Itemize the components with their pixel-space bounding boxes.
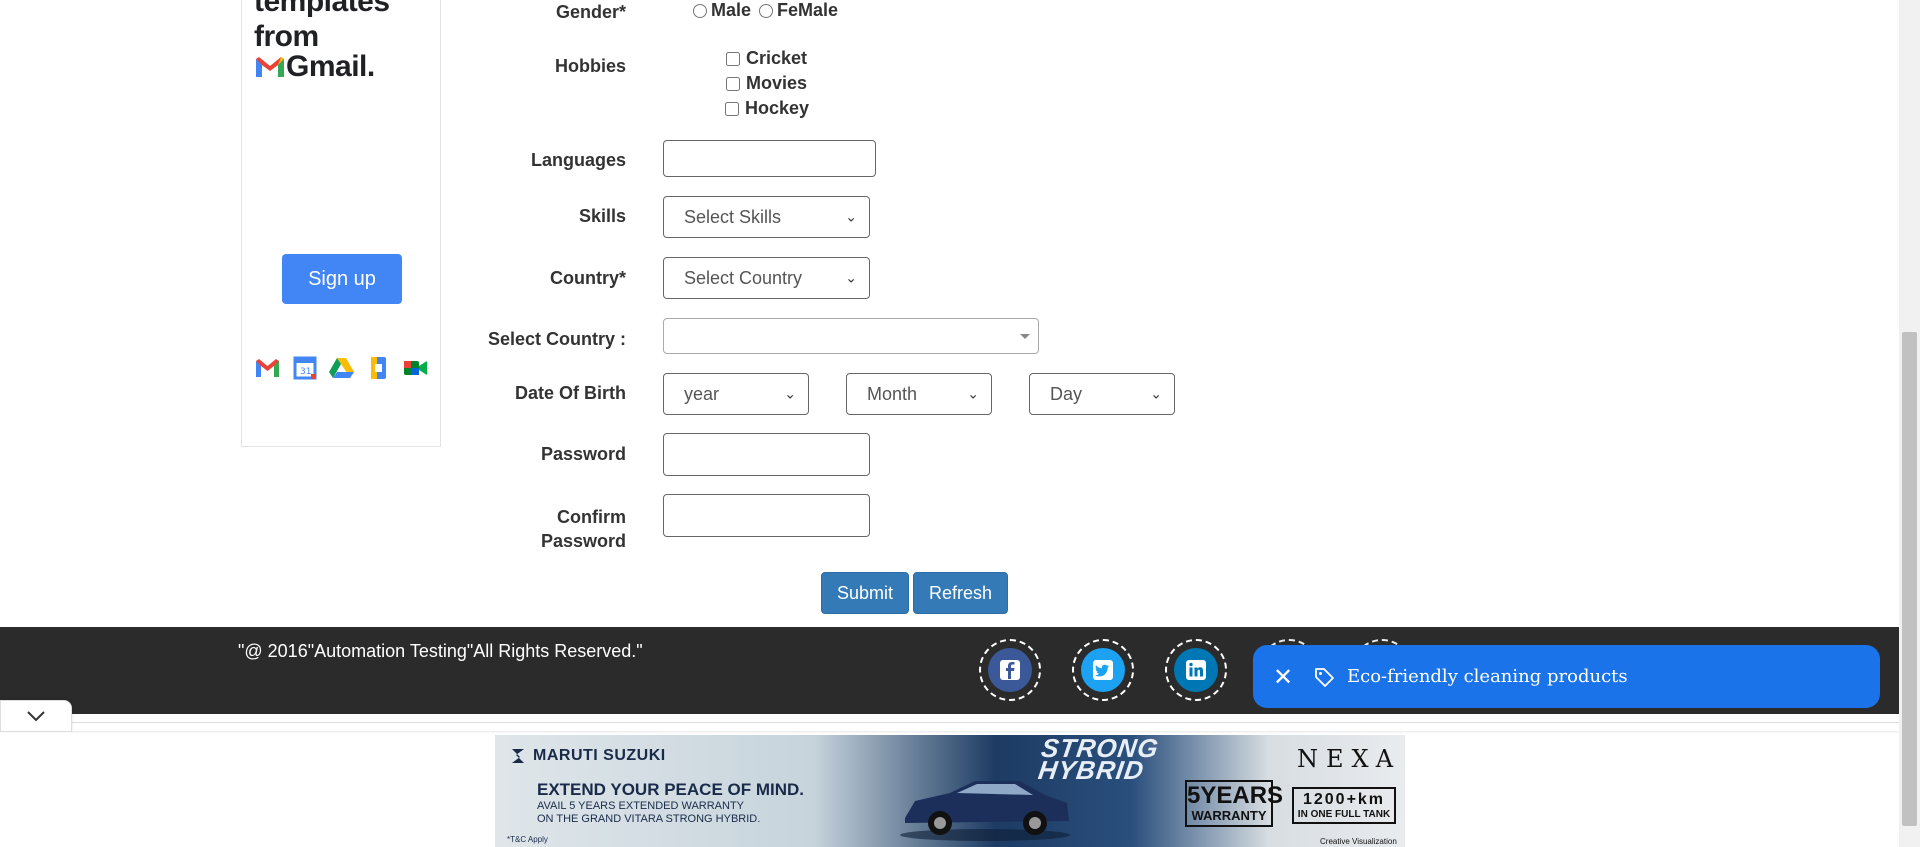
hobby-cricket-label: Cricket [746, 48, 808, 68]
country-label: Country* [550, 268, 626, 288]
chevron-down-icon: ⌄ [1150, 385, 1162, 402]
gender-female-radio[interactable] [759, 3, 774, 18]
gender-male-radio[interactable] [693, 3, 707, 18]
ad-headline-line2: from [254, 20, 319, 53]
skills-select[interactable]: Select Skills ⌄ [663, 196, 870, 238]
hobby-hockey: Hockey [725, 98, 809, 119]
gmail-icon [254, 356, 281, 380]
twitter-link[interactable] [1072, 639, 1134, 701]
maruti-brand-text: MARUTI SUZUKI [533, 747, 666, 764]
creative-visualization-note: Creative Visualization [1320, 837, 1397, 846]
chevron-down-icon: ⌄ [784, 385, 796, 402]
linkedin-icon [1174, 648, 1218, 692]
gmail-brand-text: Gmail. [286, 50, 375, 83]
hobby-cricket: Cricket [726, 48, 807, 69]
gender-label: Gender* [555, 2, 626, 22]
password-input[interactable] [663, 433, 870, 476]
gmail-logo-icon [256, 57, 284, 77]
chevron-down-icon [27, 711, 45, 722]
svg-text:31: 31 [300, 367, 311, 377]
chevron-down-icon: ⌄ [967, 385, 979, 402]
languages-input[interactable] [663, 140, 876, 177]
scrollbar-thumb[interactable] [1902, 332, 1917, 826]
warranty-badge: 5YEARS WARRANTY [1185, 780, 1284, 827]
ad-headline-line1: templates [254, 0, 390, 18]
warranty-years: 5YEARS [1187, 782, 1284, 809]
languages-label: Languages [530, 150, 626, 170]
hobby-hockey-checkbox[interactable] [725, 101, 739, 116]
close-icon[interactable]: ✕ [1253, 663, 1313, 691]
dob-day-value: Day [1050, 383, 1083, 404]
skills-selected-value: Select Skills [684, 206, 782, 227]
nexa-logo: NEXA [1297, 745, 1402, 773]
dob-day-select[interactable]: Day ⌄ [1029, 373, 1175, 415]
gmail-ad[interactable]: templates from Gmail. Sign up 31 [241, 0, 441, 447]
caret-down-icon [1020, 334, 1030, 339]
linkedin-link[interactable] [1165, 639, 1227, 701]
banner-line3: ON THE GRAND VITARA STRONG HYBRID. [537, 813, 761, 825]
ad-toast[interactable]: ✕ Eco-friendly cleaning products [1253, 645, 1880, 708]
hobby-movies-checkbox[interactable] [726, 76, 740, 91]
maruti-banner-ad[interactable]: MARUTI SUZUKI EXTEND YOUR PEACE OF MIND.… [495, 735, 1405, 847]
gender-male-label: Male [711, 0, 752, 20]
hobby-movies-label: Movies [746, 73, 808, 93]
gmail-brand: Gmail. [254, 50, 375, 84]
confirm-password-input[interactable] [663, 494, 870, 537]
banner-line2: AVAIL 5 YEARS EXTENDED WARRANTY [537, 800, 745, 812]
car-image [900, 781, 1070, 841]
toast-text: Eco-friendly cleaning products [1347, 666, 1628, 687]
dob-label: Date Of Birth [514, 383, 626, 403]
ad-bar-divider [70, 722, 1899, 731]
range-km: 1200+km [1302, 791, 1386, 808]
banner-headline: EXTEND YOUR PEACE OF MIND. [537, 780, 804, 799]
twitter-icon [1081, 648, 1125, 692]
dob-month-value: Month [867, 383, 918, 404]
page-scrollbar[interactable] [1899, 0, 1920, 847]
range-badge: 1200+km IN ONE FULL TANK [1292, 787, 1396, 824]
skills-label: Skills [578, 206, 626, 226]
banner-tc: *T&C Apply [507, 835, 548, 844]
country-selected-value: Select Country [684, 267, 803, 288]
confirm-password-label-line2: Password [540, 531, 626, 551]
dob-year-select[interactable]: year ⌄ [663, 373, 809, 415]
collapse-ad-button[interactable] [0, 700, 72, 732]
warranty-text: WARRANTY [1191, 808, 1267, 823]
gender-options: Male FeMale [693, 0, 838, 21]
facebook-icon [988, 648, 1032, 692]
facebook-link[interactable] [979, 639, 1041, 701]
country-select[interactable]: Select Country ⌄ [663, 257, 870, 299]
dob-year-value: year [684, 383, 720, 404]
refresh-button[interactable]: Refresh [913, 572, 1008, 614]
maruti-brand: MARUTI SUZUKI [509, 747, 666, 765]
signup-button[interactable]: Sign up [282, 254, 402, 304]
dob-month-select[interactable]: Month ⌄ [846, 373, 992, 415]
copyright-text: "@ 2016"Automation Testing"All Rights Re… [238, 641, 643, 661]
chevron-down-icon: ⌄ [845, 208, 857, 225]
hobby-hockey-label: Hockey [745, 98, 810, 118]
meet-icon [402, 356, 429, 380]
hobby-movies: Movies [726, 73, 807, 94]
submit-button[interactable]: Submit [821, 572, 909, 614]
password-label: Password [540, 444, 626, 464]
hobbies-label: Hobbies [554, 56, 626, 76]
confirm-password-label-line1: Confirm [557, 507, 626, 527]
calendar-icon: 31 [291, 356, 318, 380]
tag-icon [1313, 666, 1335, 688]
drive-icon [328, 356, 355, 380]
select-country-label: Select Country : [487, 329, 626, 349]
gender-female-label: FeMale [777, 0, 839, 20]
ad-headline: templates from [254, 0, 390, 54]
google-apps-row: 31 [254, 356, 429, 380]
select-country-combobox[interactable] [663, 318, 1039, 354]
range-text: IN ONE FULL TANK [1297, 809, 1391, 820]
suzuki-logo-icon [512, 749, 524, 763]
hobby-cricket-checkbox[interactable] [726, 51, 740, 66]
confirm-password-label: Confirm Password [436, 505, 626, 553]
chevron-down-icon: ⌄ [845, 269, 857, 286]
docs-icon [365, 356, 392, 380]
